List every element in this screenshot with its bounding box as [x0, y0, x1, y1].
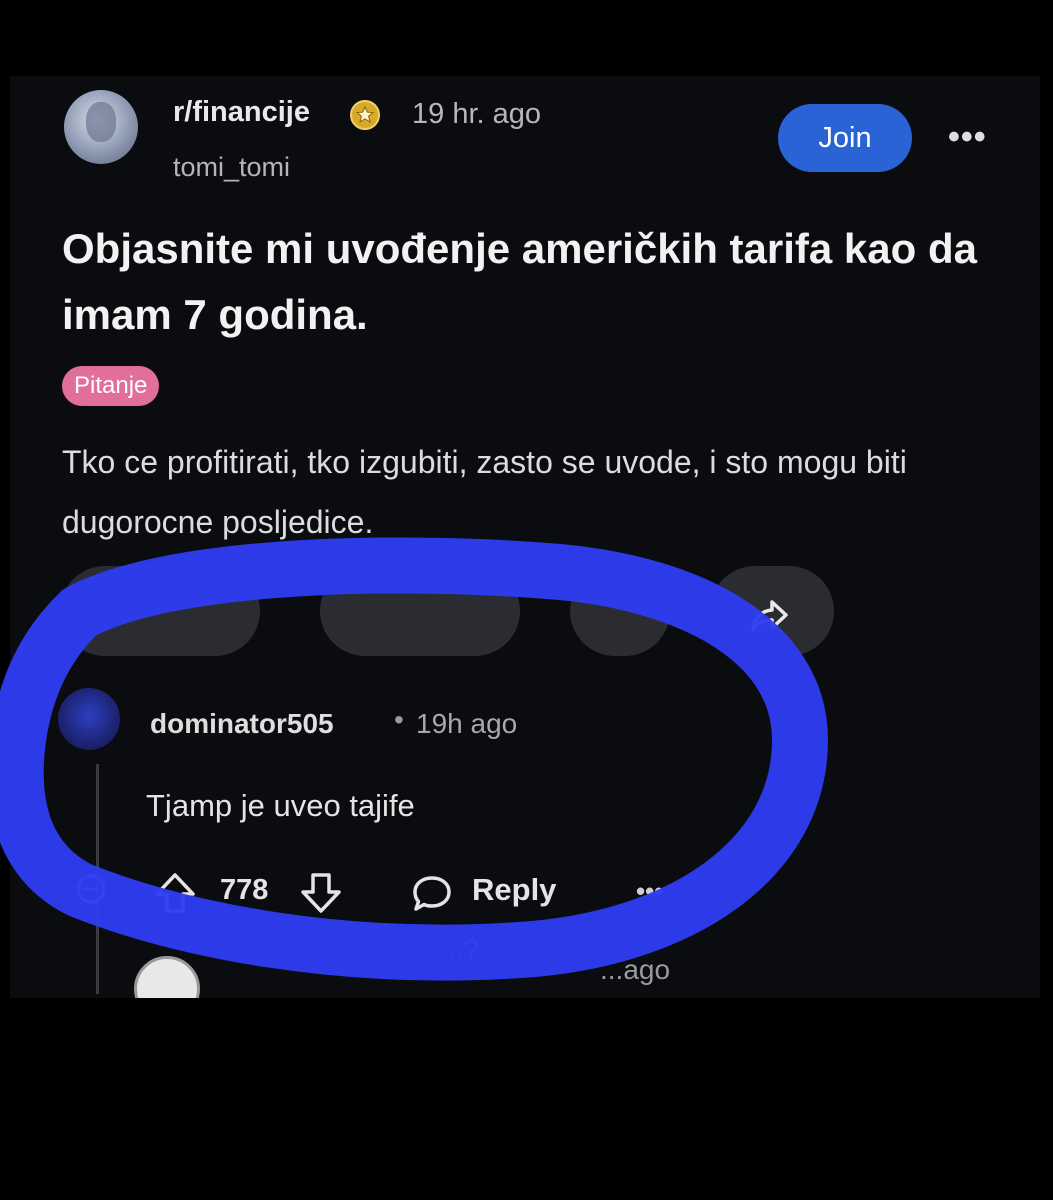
comments-button[interactable] — [320, 566, 520, 656]
collapse-thread-icon[interactable] — [74, 872, 108, 906]
next-commenter-avatar[interactable] — [134, 956, 200, 998]
vote-bar[interactable] — [60, 566, 260, 656]
post-body: Tko ce profitirati, tko izgubiti, zasto … — [62, 444, 907, 540]
avatar-face — [86, 102, 116, 142]
award-button[interactable] — [570, 566, 670, 656]
downvote-icon[interactable] — [298, 870, 344, 916]
share-icon — [751, 600, 788, 632]
comment-timestamp: 19h ago — [416, 708, 518, 739]
comment-separator: • — [394, 704, 404, 735]
comment-more-options-icon[interactable]: ••• — [636, 876, 663, 907]
subreddit-avatar[interactable] — [64, 90, 138, 164]
reddit-post-view: r/financije 19 hr. ago tomi_tomi Join ••… — [10, 76, 1040, 998]
next-comment-timestamp: ...ago — [600, 954, 671, 985]
commenter-avatar[interactable] — [58, 688, 120, 750]
comment-username[interactable]: dominator505 — [150, 708, 334, 740]
upvote-icon[interactable] — [152, 870, 198, 916]
next-comment-username[interactable]: ..? — [448, 934, 479, 966]
screenshot-frame: r/financije 19 hr. ago tomi_tomi Join ••… — [0, 0, 1053, 1200]
comment-score: 778 — [220, 874, 269, 906]
post-flair[interactable]: Pitanje — [62, 366, 160, 406]
post-timestamp: 19 hr. ago — [412, 98, 541, 130]
reply-bubble-icon[interactable] — [410, 872, 454, 916]
post-more-options-icon[interactable]: ••• — [948, 118, 987, 157]
post-title: Objasnite mi uvođenje američkih tarifa k… — [62, 225, 977, 338]
reply-button[interactable]: Reply — [472, 872, 556, 908]
subreddit-name[interactable]: r/financije — [173, 96, 310, 129]
join-button[interactable]: Join — [778, 104, 912, 172]
award-badge-icon — [350, 100, 380, 130]
comment-text: Tjamp je uveo tajife — [146, 788, 415, 823]
post-author[interactable]: tomi_tomi — [173, 152, 290, 183]
